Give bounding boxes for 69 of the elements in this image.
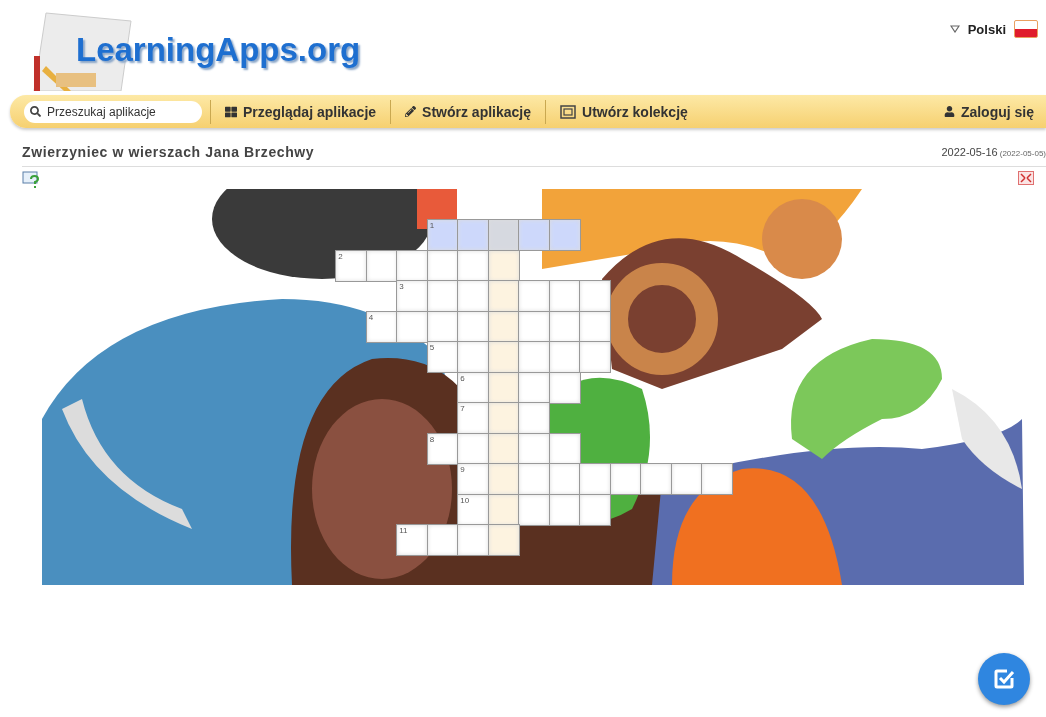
crossword-cell[interactable]: 7 (457, 402, 490, 435)
crossword-cell[interactable] (548, 219, 581, 252)
nav-link[interactable]: Stwórz aplikację (399, 103, 537, 120)
crossword-cell[interactable] (457, 219, 490, 252)
crossword-cell[interactable] (457, 341, 490, 374)
flag-icon[interactable] (1014, 20, 1038, 38)
user-icon (943, 106, 955, 117)
crossword-cell[interactable] (579, 341, 612, 374)
crossword-cell[interactable] (640, 463, 673, 496)
crossword-cell[interactable] (518, 463, 551, 496)
crossword-cell[interactable] (518, 371, 551, 404)
crossword-cell[interactable]: 5 (426, 341, 459, 374)
crossword-cell[interactable] (487, 219, 520, 252)
crossword-cell[interactable] (579, 280, 612, 313)
crossword-cell[interactable] (457, 280, 490, 313)
crossword-cell[interactable] (518, 219, 551, 252)
crossword-cell[interactable] (518, 432, 551, 465)
language-label[interactable]: Polski (967, 21, 1006, 37)
crossword-cell[interactable] (548, 463, 581, 496)
nav-link[interactable]: Utwórz kolekcję (554, 103, 694, 120)
crossword-cell[interactable]: 3 (396, 280, 429, 313)
login-link[interactable]: Zaloguj się (937, 103, 1040, 120)
crossword-cell[interactable] (579, 463, 612, 496)
logo-text[interactable]: LearningApps.org (76, 30, 361, 69)
crossword-cell[interactable] (518, 493, 551, 526)
crossword-cell[interactable] (457, 249, 490, 282)
crossword-cell[interactable]: 6 (457, 371, 490, 404)
app-title: Zwierzyniec w wierszach Jana Brzechwy (22, 144, 315, 160)
crossword-cell[interactable] (487, 341, 520, 374)
crossword-cell[interactable]: 9 (457, 463, 490, 496)
crossword-cell[interactable]: 10 (457, 493, 490, 526)
search-field[interactable]: Przeszukaj aplikacje (24, 100, 202, 123)
crossword-cell[interactable] (670, 463, 703, 496)
nav-link[interactable]: Przeglądaj aplikacje (219, 103, 383, 120)
fullscreen-icon[interactable] (1018, 171, 1034, 185)
crossword-cell[interactable] (518, 402, 551, 435)
crossword-cell[interactable] (457, 524, 490, 557)
check-button[interactable] (978, 653, 1030, 705)
crossword-cell[interactable] (548, 341, 581, 374)
checkbox-icon (993, 668, 1015, 690)
pencil-icon (405, 106, 417, 117)
crossword-cell[interactable] (487, 524, 520, 557)
crossword-cell[interactable]: 2 (335, 249, 368, 282)
crossword-cell[interactable] (518, 310, 551, 343)
frame-icon (560, 104, 576, 119)
crossword-cell[interactable] (579, 493, 612, 526)
crossword-cell[interactable] (487, 280, 520, 313)
crossword-cell[interactable] (487, 402, 520, 435)
crossword-cell[interactable] (609, 463, 642, 496)
crossword-cell[interactable]: 11 (396, 524, 429, 557)
crossword-cell[interactable] (579, 310, 612, 343)
grid-icon (225, 105, 237, 118)
crossword-cell[interactable] (426, 280, 459, 313)
search-icon (30, 106, 41, 117)
crossword-cell[interactable] (396, 249, 429, 282)
crossword-cell[interactable]: 1 (426, 219, 459, 252)
help-icon[interactable] (22, 171, 42, 189)
crossword-cell[interactable] (701, 463, 734, 496)
crossword-cell[interactable] (548, 280, 581, 313)
crossword-cell[interactable] (487, 463, 520, 496)
crossword-cell[interactable] (457, 310, 490, 343)
crossword-cell[interactable] (457, 432, 490, 465)
crossword-cell[interactable] (518, 341, 551, 374)
crossword-cell[interactable] (426, 524, 459, 557)
crossword-cell[interactable] (396, 310, 429, 343)
date-text: 2022-05-16 (2022-05-05) (941, 146, 1046, 158)
crossword-cell[interactable]: 4 (365, 310, 398, 343)
crossword-cell[interactable] (518, 280, 551, 313)
dropdown-triangle-icon[interactable] (949, 25, 960, 33)
